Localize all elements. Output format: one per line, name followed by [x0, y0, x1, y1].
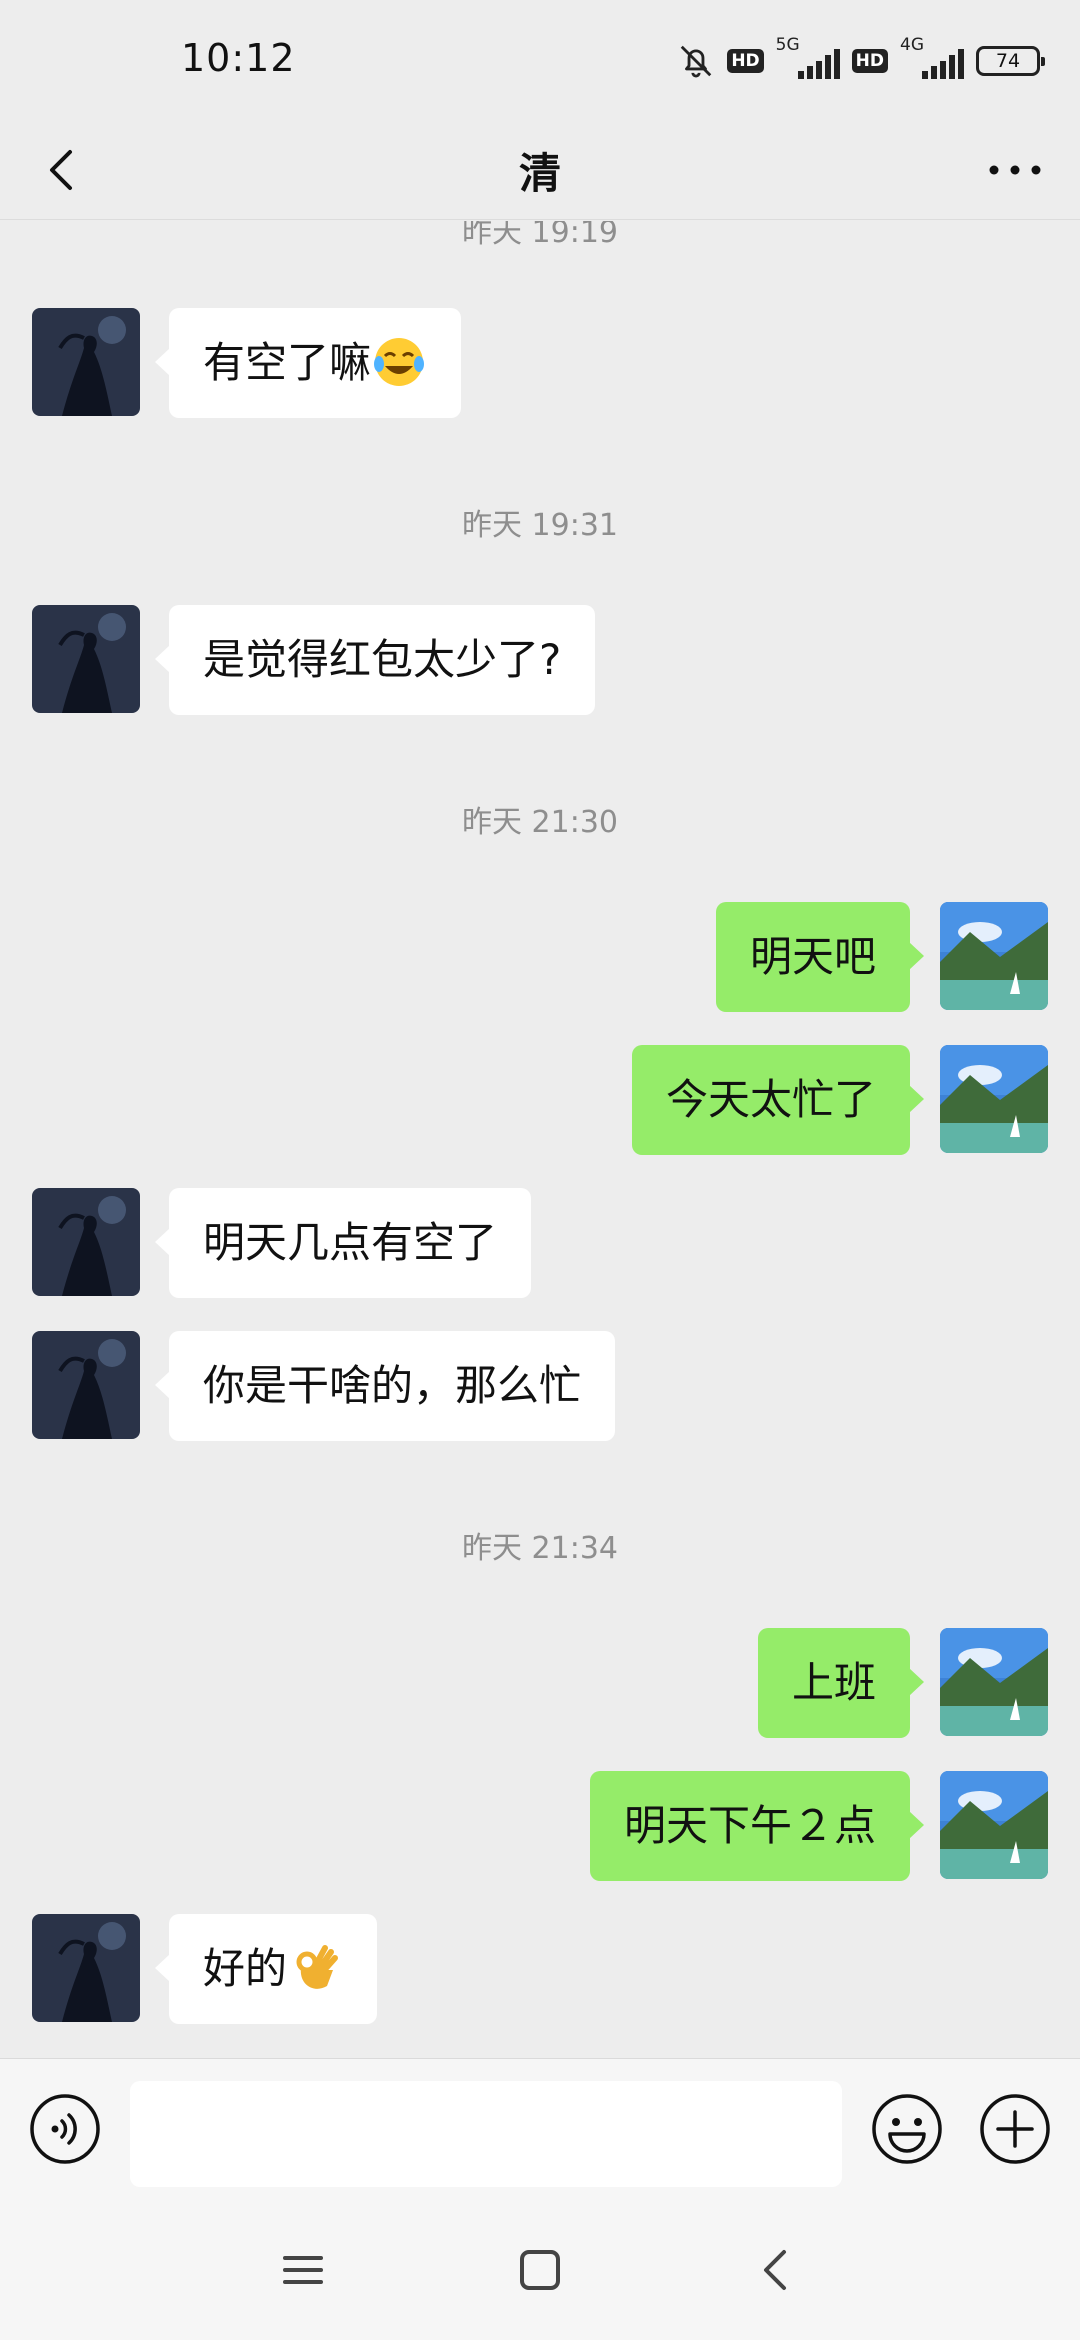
emoji-icon[interactable] [870, 2092, 944, 2166]
message-text: 有空了嘛 [203, 338, 372, 387]
message-text: 今天太忙了 [665, 1075, 876, 1124]
network-5g-label: 5G [775, 35, 800, 55]
timestamp: 昨天 19:19 [462, 221, 618, 250]
contact-avatar[interactable] [32, 1188, 140, 1296]
incoming-message[interactable]: 好的 [154, 1914, 378, 2024]
timestamp: 昨天 21:30 [462, 805, 618, 840]
page-title: 清 [518, 149, 561, 198]
ok-hand-emoji [296, 1944, 339, 1989]
chat-screen: 10:12 HD 5G HD 4G 74 清 昨天 19:19 有空了嘛 昨天 … [0, 0, 1080, 2340]
message-text: 上班 [791, 1658, 876, 1707]
incoming-message[interactable]: 明天几点有空了 [154, 1188, 532, 1298]
my-avatar[interactable] [940, 1045, 1048, 1153]
contact-avatar[interactable] [32, 1331, 140, 1439]
battery-level: 74 [995, 50, 1021, 72]
my-avatar[interactable] [940, 1771, 1048, 1879]
contact-avatar[interactable] [32, 605, 140, 713]
voice-icon[interactable] [28, 2092, 102, 2166]
status-bar: 10:12 HD 5G HD 4G 74 [0, 0, 1080, 120]
incoming-message[interactable]: 你是干啥的，那么忙 [154, 1331, 616, 1441]
system-nav-bar [0, 2198, 1080, 2340]
message-text: 你是干啥的，那么忙 [203, 1361, 582, 1410]
message-text: 明天几点有空了 [203, 1218, 498, 1267]
plus-icon[interactable] [978, 2092, 1052, 2166]
message-text: 好的 [203, 1944, 288, 1993]
contact-avatar[interactable] [32, 308, 140, 416]
back-icon[interactable] [746, 2240, 806, 2300]
input-bar [0, 2058, 1080, 2198]
timestamp: 昨天 21:34 [462, 1531, 618, 1566]
hd-badge: HD [727, 49, 764, 73]
network-4g-label: 4G [900, 35, 924, 55]
signal-bars-icon-2 [922, 49, 964, 79]
tears-of-joy-emoji [374, 337, 425, 386]
outgoing-message[interactable]: 明天下午２点 [589, 1771, 925, 1881]
message-list[interactable]: 昨天 19:19 有空了嘛 昨天 19:31 是觉得红包太少了? 昨天 21:3… [0, 221, 1080, 2058]
outgoing-message[interactable]: 明天吧 [715, 902, 925, 1012]
outgoing-message[interactable]: 今天太忙了 [631, 1045, 925, 1155]
my-avatar[interactable] [940, 902, 1048, 1010]
more-dots-icon[interactable] [980, 142, 1050, 198]
incoming-message[interactable]: 有空了嘛 [154, 308, 462, 418]
outgoing-message[interactable]: 上班 [757, 1628, 925, 1738]
message-input[interactable] [130, 2081, 842, 2187]
signal-bars-icon [797, 49, 840, 79]
my-avatar[interactable] [940, 1628, 1048, 1736]
message-text: 明天吧 [749, 932, 876, 981]
timestamp: 昨天 19:31 [462, 508, 618, 543]
signal-4g: 4G [900, 35, 964, 79]
contact-avatar[interactable] [32, 1914, 140, 2022]
home-icon[interactable] [510, 2240, 570, 2300]
chat-header: 清 [0, 120, 1080, 220]
incoming-message[interactable]: 是觉得红包太少了? [154, 605, 596, 715]
message-text: 明天下午２点 [623, 1801, 876, 1850]
mute-bell-icon [681, 45, 712, 78]
hd-badge-2: HD [851, 49, 888, 73]
battery-icon: 74 [976, 46, 1045, 76]
signal-5g: 5G [776, 35, 840, 79]
status-icons: HD 5G HD 4G 74 [677, 35, 1045, 86]
status-time: 10:12 [181, 36, 296, 80]
menu-icon[interactable] [273, 2240, 333, 2300]
message-text: 是觉得红包太少了? [203, 635, 562, 684]
